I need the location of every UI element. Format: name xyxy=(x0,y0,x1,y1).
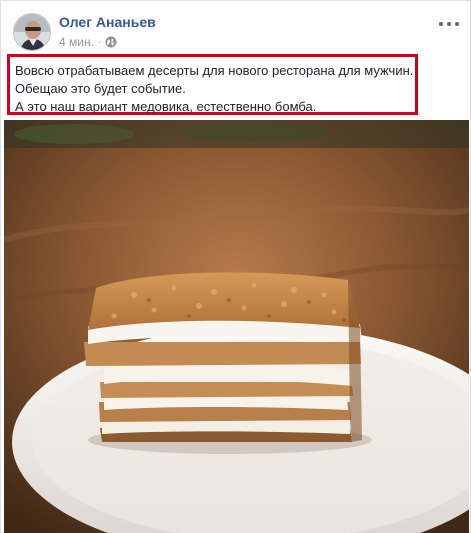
post-photo[interactable] xyxy=(4,120,469,533)
honey-cake-photo xyxy=(4,120,469,533)
post-text-line-1: Вовсю отрабатываем десерты для нового ре… xyxy=(15,63,414,78)
post-header: Олег Ананьев 4 мин. · xyxy=(11,11,461,51)
post-text-line-3: А это наш вариант медовика, естественно … xyxy=(15,99,317,114)
more-dot xyxy=(447,22,451,26)
facebook-post: Олег Ананьев 4 мин. · Вовсю отрабатываем… xyxy=(0,0,471,533)
avatar-image xyxy=(14,14,50,50)
meta-separator: · xyxy=(97,36,102,48)
more-dot xyxy=(439,22,443,26)
post-text-highlight: Вовсю отрабатываем десерты для нового ре… xyxy=(7,54,418,115)
author-avatar[interactable] xyxy=(13,13,51,51)
more-options-icon[interactable] xyxy=(437,17,461,31)
more-dot xyxy=(455,22,459,26)
globe-icon[interactable] xyxy=(105,36,117,48)
post-time[interactable]: 4 мин. xyxy=(59,35,94,49)
post-meta: 4 мин. · xyxy=(59,35,117,49)
post-text-line-2: Обещаю это будет событие. xyxy=(15,81,186,96)
author-name[interactable]: Олег Ананьев xyxy=(59,14,156,30)
